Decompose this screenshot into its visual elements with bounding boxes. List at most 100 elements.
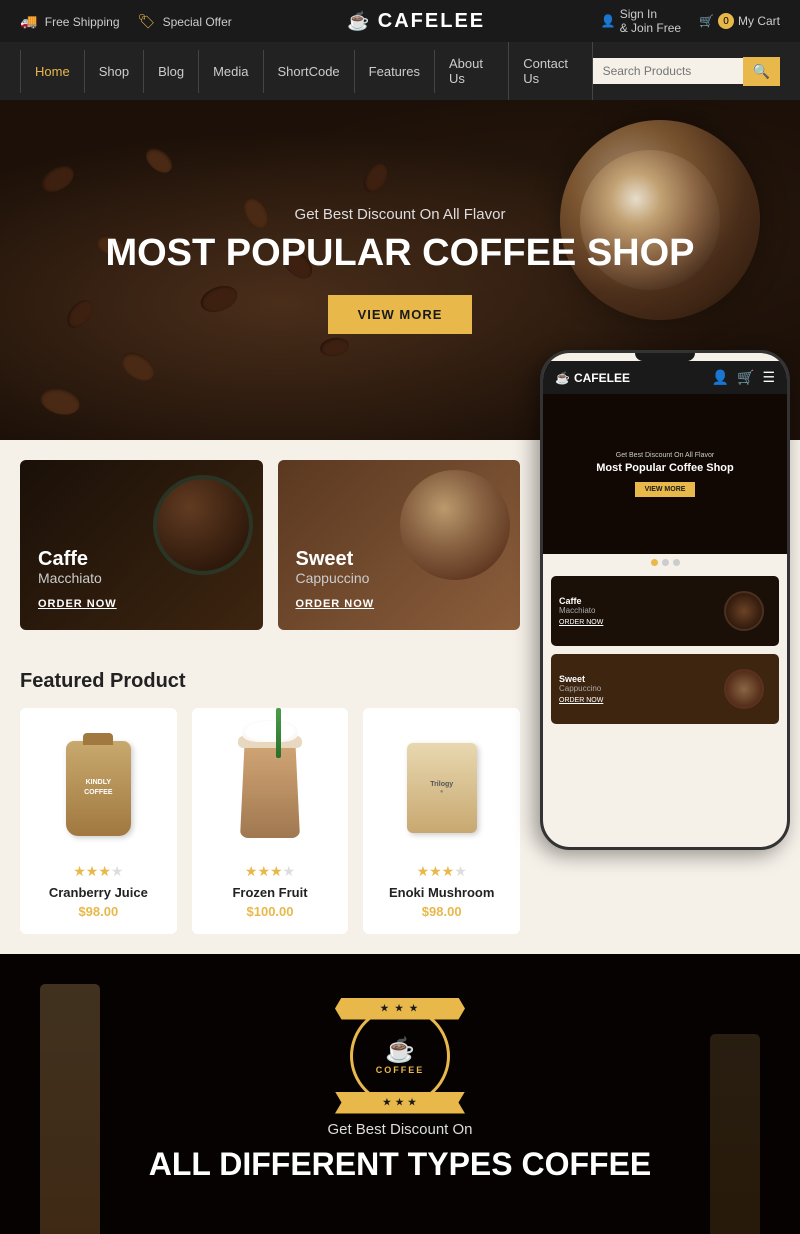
product-2-name: Frozen Fruit bbox=[207, 885, 334, 900]
phone-card-2-title: Sweet bbox=[559, 674, 708, 684]
pouch-bag-1: Trilogy● bbox=[407, 743, 477, 833]
phone-action-icons: 👤 🛒 ☰ bbox=[712, 369, 775, 386]
hero-content: Get Best Discount On All Flavor Most Pop… bbox=[105, 206, 694, 334]
coffee-glass-2-decoration bbox=[710, 1034, 760, 1234]
frappe-container bbox=[240, 728, 300, 848]
promo-banners: Caffe Macchiato ORDER NOW Sweet Cappucci… bbox=[0, 440, 540, 650]
phone-screen: ☕ CAFELEE 👤 🛒 ☰ Get Best Discount On All… bbox=[543, 353, 787, 847]
promo-1-text: Caffe Macchiato ORDER NOW bbox=[38, 548, 117, 612]
badge-banner-top: ★ ★ ★ bbox=[335, 998, 465, 1020]
product-3-name: Enoki Mushroom bbox=[378, 885, 505, 900]
phone-card-1: Caffe Macchiato ORDER NOW bbox=[551, 576, 779, 646]
product-card-frozen: ★★★★ Frozen Fruit $100.00 bbox=[192, 708, 349, 934]
sign-in-link[interactable]: 👤 Sign In & Join Free bbox=[601, 7, 681, 35]
mini-cup-1 bbox=[724, 591, 764, 631]
cart-icon: 🛒 bbox=[699, 14, 714, 28]
promo-2-order-btn[interactable]: ORDER NOW bbox=[296, 598, 375, 610]
phone-brand: ☕ CAFELEE bbox=[555, 371, 630, 385]
nav-contact[interactable]: Contact Us bbox=[509, 42, 592, 100]
product-3-img: Trilogy● bbox=[378, 723, 505, 853]
nav-about[interactable]: About Us bbox=[435, 42, 509, 100]
phone-carousel-dots bbox=[543, 554, 787, 571]
badge-top-text: ★ ★ ★ bbox=[380, 1003, 419, 1014]
mobile-mockup: ☕ CAFELEE 👤 🛒 ☰ Get Best Discount On All… bbox=[535, 410, 790, 940]
bottom-content: ★ ★ ★ ★ ★ ★ ☕ COFFEE Get Best Discount O… bbox=[149, 1006, 652, 1183]
phone-dot-3 bbox=[673, 559, 680, 566]
phone-card-1-btn[interactable]: ORDER NOW bbox=[559, 619, 708, 626]
phone-card-2-btn[interactable]: ORDER NOW bbox=[559, 697, 708, 704]
nav-features[interactable]: Features bbox=[355, 50, 435, 93]
cup-emoji: ☕ bbox=[385, 1036, 415, 1065]
phone-hero-subtitle: Get Best Discount On All Flavor bbox=[616, 452, 714, 459]
phone-dot-2 bbox=[662, 559, 669, 566]
nav-media[interactable]: Media bbox=[199, 50, 263, 93]
phone-card-1-text: Caffe Macchiato ORDER NOW bbox=[559, 596, 708, 626]
promo-1-title: Caffe bbox=[38, 548, 117, 570]
phone-menu-icon: ☰ bbox=[762, 369, 775, 386]
main-nav: Home Shop Blog Media ShortCode Features … bbox=[0, 42, 800, 100]
phone-hero-btn[interactable]: VIEW MORE bbox=[635, 482, 696, 497]
promo-1-subtitle: Macchiato bbox=[38, 570, 117, 586]
product-1-name: Cranberry Juice bbox=[35, 885, 162, 900]
phone-card-2-text: Sweet Cappuccino ORDER NOW bbox=[559, 674, 708, 704]
top-bar: 🚚 Free Shipping 🏷 Special Offer ☕ CAFELE… bbox=[0, 0, 800, 42]
cart-link[interactable]: 🛒 0 My Cart bbox=[699, 13, 780, 29]
badge-banner-bottom: ★ ★ ★ bbox=[335, 1092, 465, 1114]
phone-hero: Get Best Discount On All Flavor Most Pop… bbox=[543, 394, 787, 554]
macchiato-cup-img bbox=[153, 475, 253, 575]
promo-1-order-btn[interactable]: ORDER NOW bbox=[38, 598, 117, 610]
product-card-cranberry: KINDLYCOFFEE ★★★★ Cranberry Juice $98.00 bbox=[20, 708, 177, 934]
product-1-stars: ★★★★ bbox=[35, 863, 162, 880]
left-content-area: Caffe Macchiato ORDER NOW Sweet Cappucci… bbox=[0, 440, 540, 954]
featured-products-section: Featured Product KINDLYCOFFEE ★★★★ Cranb… bbox=[0, 650, 540, 954]
search-button[interactable]: 🔍 bbox=[743, 57, 780, 86]
phone-cart-icon: 🛒 bbox=[737, 369, 754, 386]
special-offer-label: 🏷 Special Offer bbox=[138, 13, 232, 30]
product-card-enoki: Trilogy● ★★★★ Enoki Mushroom $98.00 bbox=[363, 708, 520, 934]
nav-blog[interactable]: Blog bbox=[144, 50, 199, 93]
phone-hero-title: Most Popular Coffee Shop bbox=[596, 462, 734, 474]
phone-promo-cards: Caffe Macchiato ORDER NOW Sweet Cappucci… bbox=[543, 571, 787, 737]
phone-nav: ☕ CAFELEE 👤 🛒 ☰ bbox=[543, 361, 787, 394]
coffee-badge-container: ★ ★ ★ ★ ★ ★ ☕ COFFEE bbox=[350, 1006, 450, 1106]
brand-logo[interactable]: ☕ CAFELEE bbox=[347, 10, 485, 33]
product-2-img bbox=[207, 723, 334, 853]
phone-card-2-img bbox=[716, 662, 771, 717]
bottom-coffee-section: ★ ★ ★ ★ ★ ★ ☕ COFFEE Get Best Discount O… bbox=[0, 954, 800, 1234]
whipped-cream bbox=[243, 720, 298, 742]
phone-card-2: Sweet Cappuccino ORDER NOW bbox=[551, 654, 779, 724]
top-bar-left: 🚚 Free Shipping 🏷 Special Offer bbox=[20, 13, 232, 30]
user-icon: 👤 bbox=[601, 14, 616, 28]
mini-cup-2 bbox=[724, 669, 764, 709]
truck-icon: 🚚 bbox=[20, 13, 37, 29]
free-shipping-label: 🚚 Free Shipping bbox=[20, 13, 120, 30]
bottom-title: All Different Types Coffee bbox=[149, 1146, 652, 1183]
pouch-label: Trilogy● bbox=[430, 781, 453, 795]
phone-card-1-sub: Macchiato bbox=[559, 606, 708, 615]
badge-cup-icon: ☕ COFFEE bbox=[376, 1036, 425, 1075]
nav-shop[interactable]: Shop bbox=[85, 50, 144, 93]
promo-2-text: Sweet Cappuccino ORDER NOW bbox=[296, 548, 375, 612]
cappuccino-cup-img bbox=[400, 470, 510, 580]
hero-view-more-button[interactable]: VIEW MORE bbox=[328, 295, 473, 334]
top-bar-right: 👤 Sign In & Join Free 🛒 0 My Cart bbox=[601, 7, 780, 35]
bag-label-1: KINDLYCOFFEE bbox=[84, 778, 112, 798]
promo-card-macchiato: Caffe Macchiato ORDER NOW bbox=[20, 460, 263, 630]
tag-icon: 🏷 bbox=[138, 13, 156, 29]
coffee-icon: ☕ bbox=[347, 11, 369, 32]
frappe-cup-body bbox=[240, 738, 300, 838]
search-bar: 🔍 bbox=[593, 57, 780, 86]
phone-frame: ☕ CAFELEE 👤 🛒 ☰ Get Best Discount On All… bbox=[540, 350, 790, 850]
nav-shortcode[interactable]: ShortCode bbox=[264, 50, 355, 93]
hero-title: Most Popular Coffee Shop bbox=[105, 233, 694, 275]
bottom-subtitle: Get Best Discount On bbox=[327, 1121, 472, 1138]
phone-coffee-icon: ☕ bbox=[555, 371, 570, 385]
search-input[interactable] bbox=[593, 58, 743, 84]
products-grid: KINDLYCOFFEE ★★★★ Cranberry Juice $98.00 bbox=[20, 708, 520, 934]
phone-dot-1 bbox=[651, 559, 658, 566]
promo-card-cappuccino: Sweet Cappuccino ORDER NOW bbox=[278, 460, 521, 630]
product-2-stars: ★★★★ bbox=[207, 863, 334, 880]
nav-home[interactable]: Home bbox=[20, 50, 85, 93]
badge-label: COFFEE bbox=[376, 1065, 425, 1075]
coffee-glass-decoration bbox=[40, 984, 100, 1234]
